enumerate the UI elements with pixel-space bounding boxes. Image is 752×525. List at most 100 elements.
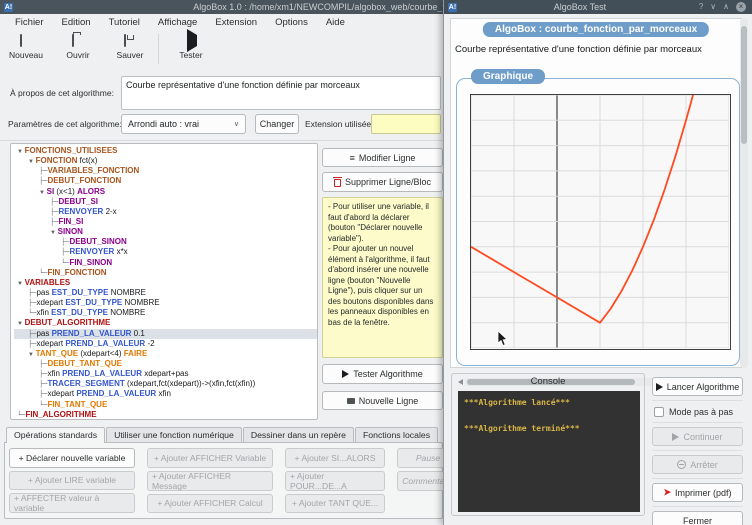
graph-canvas[interactable] xyxy=(470,94,731,350)
close-test-button[interactable]: Fermer xyxy=(652,511,743,525)
tree-token: EST_DU_TYPE xyxy=(52,288,109,297)
tree-line[interactable]: ├─FIN_SI xyxy=(14,217,317,227)
algorithm-description: Courbe représentative d'une fonction déf… xyxy=(455,44,702,55)
tab-utiliser-une-fonction-num-rique[interactable]: Utiliser une fonction numérique xyxy=(106,427,242,443)
op-button-ajouter-tant-que[interactable]: + Ajouter TANT QUE... xyxy=(285,494,385,514)
tree-line[interactable]: └─FIN_FONCTION xyxy=(14,268,317,278)
test-content-panel: AlgoBox : courbe_fonction_par_morceaux C… xyxy=(450,18,742,368)
tree-line[interactable]: ▼ VARIABLES xyxy=(14,278,317,288)
menu-extension[interactable]: Extension xyxy=(206,17,266,28)
op-button-ajouter-afficher-calcul[interactable]: + Ajouter AFFICHER Calcul xyxy=(147,494,273,514)
tree-line[interactable]: ├─DEBUT_TANT_QUE xyxy=(14,359,317,369)
tree-line[interactable]: ├─xdepart PREND_LA_VALEUR xfin xyxy=(14,389,317,399)
play-icon xyxy=(656,383,663,391)
tree-line[interactable]: ├─VARIABLES_FONCTION xyxy=(14,166,317,176)
tree-line[interactable]: ├─xdepart EST_DU_TYPE NOMBRE xyxy=(14,298,317,308)
op-button-affecter-valeur-variable[interactable]: + AFFECTER valeur à variable xyxy=(9,493,135,513)
tree-line[interactable]: └─FIN_SINON xyxy=(14,258,317,268)
tree-line[interactable]: ▼ TANT_QUE (xdepart<4) FAIRE xyxy=(14,349,317,359)
menu-tutoriel[interactable]: Tutoriel xyxy=(100,17,149,28)
run-algorithm-button[interactable]: Lancer Algorithme xyxy=(652,377,743,396)
tree-line[interactable]: ▼ SI (x<1) ALORS xyxy=(14,187,317,197)
tree-token: FIN_SI xyxy=(58,217,83,226)
tab-op-rations-standards[interactable]: Opérations standards xyxy=(6,427,105,443)
menu-affichage[interactable]: Affichage xyxy=(149,17,206,28)
help-icon[interactable]: ? xyxy=(699,2,703,12)
tree-line[interactable]: ▼ FONCTION fct(x) xyxy=(14,156,317,166)
tree-line[interactable]: ├─DEBUT_SI xyxy=(14,197,317,207)
continue-button[interactable]: Continuer xyxy=(652,427,743,446)
expand-triangle-icon: ▼ xyxy=(39,190,47,196)
shade-icon[interactable]: ∨ xyxy=(710,2,716,12)
save-button[interactable]: Sauver xyxy=(104,30,156,60)
tree-token: xfin xyxy=(36,308,51,317)
tree-line[interactable]: ▼ FONCTIONS_UTILISEES xyxy=(14,146,317,156)
menu-aide[interactable]: Aide xyxy=(317,17,354,28)
tree-line[interactable]: └─xfin EST_DU_TYPE NOMBRE xyxy=(14,308,317,318)
play-icon xyxy=(187,29,197,52)
menu-fichier[interactable]: Fichier xyxy=(6,17,53,28)
tree-line[interactable]: ├─xdepart PREND_LA_VALEUR -2 xyxy=(14,339,317,349)
operation-tabs: Opérations standardsUtiliser une fonctio… xyxy=(6,427,439,443)
op-button-ajouter-pour-de-a[interactable]: + Ajouter POUR...DE...A xyxy=(285,471,385,491)
menu-options[interactable]: Options xyxy=(266,17,317,28)
tree-token: TRACER_SEGMENT xyxy=(47,379,124,388)
op-button-ajouter-afficher-variable[interactable]: + Ajouter AFFICHER Variable xyxy=(147,448,273,468)
tab-fonctions-locales[interactable]: Fonctions locales xyxy=(355,427,438,443)
op-button-ajouter-si-alors[interactable]: + Ajouter SI...ALORS xyxy=(285,448,385,468)
extension-field[interactable] xyxy=(371,114,441,134)
step-mode-checkbox[interactable] xyxy=(654,407,664,417)
scrollbar-thumb[interactable] xyxy=(741,26,747,144)
tree-line[interactable]: ├─DEBUT_SINON xyxy=(14,237,317,247)
change-params-button[interactable]: Changer xyxy=(255,114,299,134)
tree-token: TANT_QUE xyxy=(36,349,79,358)
tree-line[interactable]: └─FIN_ALGORITHME xyxy=(14,410,317,420)
tree-line[interactable]: ▼ SINON xyxy=(14,227,317,237)
divider xyxy=(652,422,743,423)
algobox-app-icon: A! xyxy=(4,3,13,12)
delete-line-button[interactable]: Supprimer Ligne/Bloc xyxy=(322,172,443,192)
op-button-ajouter-afficher-message[interactable]: + Ajouter AFFICHER Message xyxy=(147,471,273,491)
tree-token: FIN_SINON xyxy=(69,258,112,267)
open-button[interactable]: Ouvrir xyxy=(52,30,104,60)
op-column: + Ajouter SI...ALORS + Ajouter POUR...DE.… xyxy=(285,448,385,513)
algorithm-tree[interactable]: ▼ FONCTIONS_UTILISEES▼ FONCTION fct(x)├─… xyxy=(10,143,318,420)
tree-line[interactable]: ├─RENVOYER 2-x xyxy=(14,207,317,217)
test-algorithm-button[interactable]: Tester Algorithme xyxy=(322,364,443,384)
divider xyxy=(652,450,743,451)
divider xyxy=(652,506,743,507)
new-line-button[interactable]: Nouvelle Ligne xyxy=(322,391,443,410)
about-textarea[interactable]: Courbe représentative d'une fonction déf… xyxy=(121,76,441,110)
tree-line[interactable]: ├─xfin PREND_LA_VALEUR xdepart+pas xyxy=(14,369,317,379)
tree-token: EST_DU_TYPE xyxy=(51,308,108,317)
new-button[interactable]: Nouveau xyxy=(0,30,52,60)
graph-vertical-scrollbar[interactable] xyxy=(740,18,748,368)
test-button[interactable]: Tester xyxy=(165,30,217,60)
tree-token: RENVOYER xyxy=(58,207,103,216)
op-button-d-clarer-nouvelle-variable[interactable]: + Déclarer nouvelle variable xyxy=(9,448,135,468)
expand-triangle-icon: ▼ xyxy=(50,230,58,236)
tree-line[interactable]: ├─RENVOYER x*x xyxy=(14,247,317,257)
print-pdf-button[interactable]: ➤ Imprimer (pdf) xyxy=(652,483,743,502)
tree-line[interactable]: ├─DEBUT_FONCTION xyxy=(14,176,317,186)
maximize-icon[interactable]: ∧ xyxy=(723,2,729,12)
tree-line[interactable]: ├─TRACER_SEGMENT (xdepart,fct(xdepart))-… xyxy=(14,379,317,389)
tree-line[interactable]: └─FIN_TANT_QUE xyxy=(14,400,317,410)
close-icon[interactable]: × xyxy=(736,2,746,12)
tab-dessiner-dans-un-rep-re[interactable]: Dessiner dans un repère xyxy=(243,427,354,443)
op-button-ajouter-lire-variable[interactable]: + Ajouter LIRE variable xyxy=(9,471,135,491)
console-line: ***Algorithme terminé*** xyxy=(464,422,634,435)
tree-line-selected[interactable]: ├─pas PREND_LA_VALEUR 0.1 xyxy=(14,329,317,339)
stop-button[interactable]: Arrêter xyxy=(652,455,743,474)
modify-line-button[interactable]: ≡ Modifier Ligne xyxy=(322,148,443,167)
params-select[interactable]: Arrondi auto : vrai ∨ xyxy=(121,114,246,134)
tree-token: x*x xyxy=(114,247,127,256)
tree-line[interactable]: ├─pas EST_DU_TYPE NOMBRE xyxy=(14,288,317,298)
menu-edition[interactable]: Edition xyxy=(53,17,100,28)
expand-triangle-icon: ▼ xyxy=(17,321,25,327)
screen: A! AlgoBox 1.0 : /home/xm1/NEWCOMPIL/alg… xyxy=(0,0,752,525)
op-column: + Ajouter AFFICHER Variable + Ajouter AFF… xyxy=(147,448,273,513)
curve xyxy=(471,95,694,323)
test-titlebar[interactable]: A! AlgoBox Test ? ∨ ∧ × xyxy=(444,0,752,14)
tree-line[interactable]: ▼ DEBUT_ALGORITHME xyxy=(14,318,317,328)
